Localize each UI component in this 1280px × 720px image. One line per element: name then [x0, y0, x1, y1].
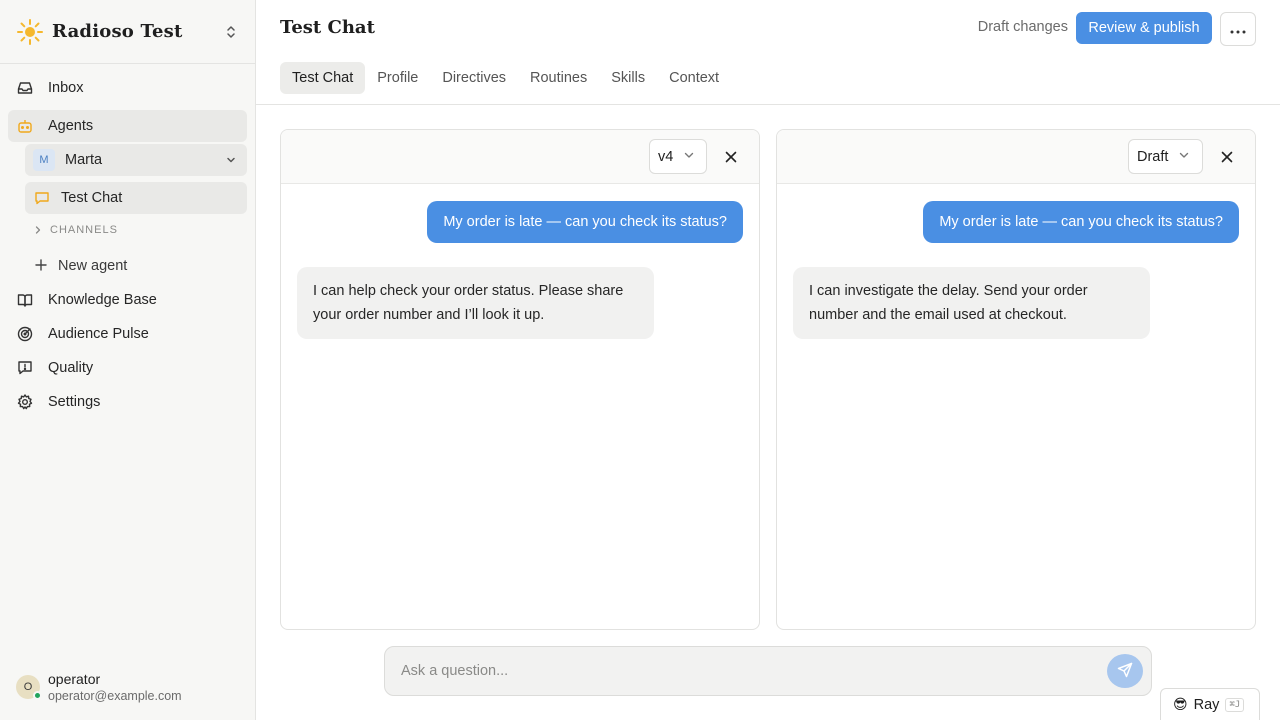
chevron-down-icon	[683, 149, 695, 165]
channels-label: CHANNELS	[50, 224, 118, 236]
agent-name: Marta	[65, 152, 103, 168]
avatar: O	[16, 675, 42, 700]
book-open-icon	[16, 291, 34, 309]
sunglasses-icon: 😎	[1173, 696, 1188, 712]
chevron-right-icon	[34, 222, 42, 238]
agent-avatar: M	[33, 149, 55, 171]
gear-icon	[16, 393, 34, 411]
page-title: Test Chat	[280, 17, 375, 38]
sidebar-item-settings[interactable]: Settings	[8, 386, 247, 418]
message-alert-icon	[16, 359, 34, 377]
sidebar-item-label: Inbox	[48, 80, 84, 96]
user-message: My order is late — can you check its sta…	[427, 201, 743, 243]
tab-profile[interactable]: Profile	[365, 62, 430, 94]
tab-routines[interactable]: Routines	[518, 62, 599, 94]
sidebar-item-label: Knowledge Base	[48, 292, 157, 308]
sidebar-item-label: Agents	[48, 118, 94, 134]
user-email: operator@example.com	[48, 689, 182, 703]
tab-context[interactable]: Context	[657, 62, 731, 94]
inbox-icon	[16, 79, 34, 97]
sidebar-item-inbox[interactable]: Inbox	[8, 72, 247, 104]
sidebar-item-knowledge-base[interactable]: Knowledge Base	[8, 284, 247, 316]
workspace-switch-icon[interactable]	[223, 22, 239, 42]
ask-composer	[384, 646, 1152, 696]
workspace-name: Radioso Test	[52, 21, 183, 42]
chevron-down-icon	[1178, 149, 1190, 165]
close-icon[interactable]	[723, 149, 739, 165]
sidebar-item-label: Settings	[48, 394, 101, 410]
agent-item-marta[interactable]: M Marta	[25, 144, 247, 176]
tab-test-chat[interactable]: Test Chat	[280, 62, 366, 94]
bot-message: I can help check your order status. Plea…	[297, 267, 654, 339]
panel-header: v4	[281, 130, 759, 184]
user-name: operator	[48, 671, 101, 687]
main-content: Test Chat Draft changes Review & publish…	[256, 0, 1280, 720]
tab-directives[interactable]: Directives	[430, 62, 518, 94]
bot-message: I can investigate the delay. Send your o…	[793, 267, 1150, 339]
more-horizontal-icon	[1230, 21, 1246, 37]
agent-subitem-test-chat[interactable]: Test Chat	[25, 182, 247, 214]
send-button[interactable]	[1107, 654, 1143, 688]
tab-bar: Test Chat Profile Directives Routines Sk…	[280, 62, 731, 94]
panel-header: Draft	[777, 130, 1255, 184]
send-icon	[1117, 662, 1133, 681]
version-value: Draft	[1137, 148, 1169, 165]
new-agent-label: New agent	[58, 258, 128, 274]
sidebar-item-agents[interactable]: Agents	[8, 110, 247, 142]
version-value: v4	[658, 148, 674, 165]
sidebar-item-label: Audience Pulse	[48, 326, 149, 342]
tab-divider	[256, 104, 1280, 105]
sidebar-item-audience-pulse[interactable]: Audience Pulse	[8, 318, 247, 350]
chat-panel-v4: v4 My order is late — can you check its …	[280, 129, 760, 630]
bot-icon	[16, 117, 34, 135]
sidebar-item-label: Quality	[48, 360, 94, 376]
chevron-down-icon[interactable]	[225, 153, 237, 169]
workspace-header[interactable]: Radioso Test	[0, 0, 255, 64]
plus-icon	[34, 258, 48, 275]
sidebar-item-label: Test Chat	[61, 190, 123, 206]
chat-bubble-icon	[33, 189, 51, 207]
avatar-initial: O	[23, 681, 33, 693]
sidebar-item-quality[interactable]: Quality	[8, 352, 247, 384]
radar-icon	[16, 325, 34, 343]
draft-changes-label: Draft changes	[977, 19, 1068, 35]
new-agent-button[interactable]: New agent	[34, 254, 127, 278]
sidebar: Radioso Test Inbox Agents M Marta Test C…	[0, 0, 256, 720]
user-message: My order is late — can you check its sta…	[923, 201, 1239, 243]
shortcut-hint: ⌘J	[1225, 697, 1245, 712]
version-select[interactable]: Draft	[1128, 139, 1203, 174]
more-options-button[interactable]	[1220, 12, 1256, 46]
sun-logo-icon	[16, 18, 44, 46]
ask-input[interactable]	[385, 647, 1085, 695]
channels-toggle[interactable]: CHANNELS	[34, 222, 118, 238]
ray-assistant-button[interactable]: 😎 Ray ⌘J	[1160, 688, 1260, 720]
ray-label: Ray	[1193, 696, 1220, 713]
close-icon[interactable]	[1219, 149, 1235, 165]
tab-skills[interactable]: Skills	[599, 62, 657, 94]
version-select[interactable]: v4	[649, 139, 707, 174]
online-status-icon	[33, 691, 42, 700]
chat-panel-draft: Draft My order is late — can you check i…	[776, 129, 1256, 630]
user-account[interactable]: O operator operator@example.com	[16, 670, 182, 704]
review-publish-button[interactable]: Review & publish	[1076, 12, 1212, 44]
